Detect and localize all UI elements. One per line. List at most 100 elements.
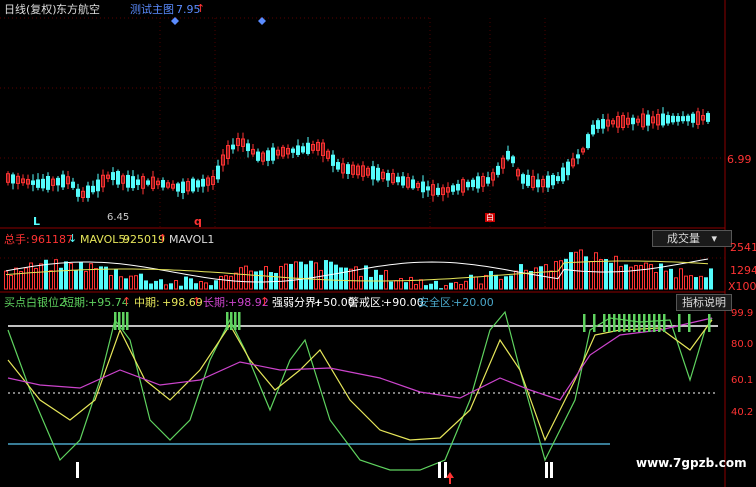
- candle-body: [176, 183, 180, 192]
- candle-body: [451, 185, 455, 192]
- candle-body: [161, 179, 165, 188]
- up-arrow-icon: ↑: [158, 232, 168, 245]
- volume-bar: [599, 259, 603, 290]
- candle-body: [131, 176, 135, 189]
- volume-bar: [419, 279, 423, 290]
- volume-bar: [389, 281, 393, 290]
- warn-signal-bar: [688, 314, 691, 332]
- volume-bar: [164, 284, 168, 290]
- main-indicator-label[interactable]: 测试主图: [130, 3, 174, 16]
- volume-bar: [184, 276, 188, 290]
- volume-bar: [39, 263, 43, 290]
- mavol1-label: MAVOL1: [169, 233, 215, 246]
- candle-body: [401, 176, 405, 186]
- volume-bar: [174, 280, 178, 290]
- volume-bar: [534, 267, 538, 290]
- volume-bar: [269, 272, 273, 290]
- candle-body: [631, 117, 635, 125]
- candle-body: [521, 174, 525, 184]
- candle-body: [576, 154, 580, 159]
- candle-body: [96, 179, 100, 192]
- candle-body: [191, 178, 195, 192]
- candle-body: [676, 116, 680, 122]
- candle-body: [666, 115, 670, 124]
- candle-body: [466, 181, 470, 188]
- candle-body: [41, 178, 45, 189]
- price-axis-label: 6.99: [727, 153, 752, 166]
- volume-bar: [259, 270, 263, 290]
- volume-bar: [374, 269, 378, 290]
- candle-body: [71, 181, 75, 188]
- volume-bar: [519, 264, 523, 290]
- candle-body: [551, 174, 555, 186]
- candle-body: [386, 173, 390, 181]
- buy-signal-marker: [550, 462, 553, 478]
- volume-bar: [179, 285, 183, 290]
- volume-bar: [224, 275, 228, 290]
- watermark: www.7gpzb.com: [636, 456, 747, 470]
- volume-bar: [339, 267, 343, 290]
- osc-axis-40: 40.2: [731, 407, 754, 418]
- volume-bar: [394, 280, 398, 290]
- volume-bar: [414, 284, 418, 290]
- safe-value: +20.00: [453, 296, 494, 309]
- candle-body: [556, 176, 560, 182]
- volume-axis-mid: 1294: [730, 264, 756, 277]
- volume-bar: [634, 265, 638, 290]
- candle-body: [546, 175, 550, 188]
- mark-l: L: [33, 215, 41, 228]
- safe-label: 安全区:: [418, 296, 455, 309]
- volume-bar: [604, 258, 608, 290]
- candle-body: [336, 162, 340, 170]
- warn-signal-bar: [118, 312, 121, 330]
- mark-q: q: [194, 215, 202, 228]
- warn-signal-bar: [618, 314, 621, 332]
- volume-bar: [554, 261, 558, 290]
- volume-bar: [99, 266, 103, 290]
- short-label: 短期:: [63, 296, 89, 309]
- buy-signal-marker: [438, 462, 441, 478]
- stock-name: 东方航空: [56, 3, 100, 16]
- candle-body: [146, 180, 150, 185]
- volume-bar: [89, 263, 93, 290]
- candle-body: [56, 177, 60, 186]
- volume-bar: [589, 260, 593, 290]
- candle-body: [671, 115, 675, 123]
- warn-signal-bar: [613, 314, 616, 332]
- volume-bar: [699, 275, 703, 290]
- volume-bar: [324, 260, 328, 290]
- volume-bar: [424, 285, 428, 290]
- candle-body: [301, 146, 305, 153]
- volume-indicator-select[interactable]: 成交量 ▾: [652, 230, 732, 247]
- volume-bar: [144, 280, 148, 290]
- candle-body: [486, 177, 490, 184]
- candle-body: [196, 180, 200, 188]
- volume-bar: [384, 270, 388, 290]
- volume-bar: [674, 277, 678, 290]
- volume-axis-unit: X100: [728, 280, 756, 293]
- warn-signal-bar: [234, 312, 237, 330]
- volume-bar: [194, 283, 198, 290]
- volume-bar: [94, 268, 98, 290]
- up-arrow-icon: ↑: [260, 295, 270, 308]
- indicator-explain-button[interactable]: 指标说明: [676, 294, 732, 311]
- volume-bar: [684, 275, 688, 290]
- volume-bar: [84, 270, 88, 290]
- volume-bar: [289, 263, 293, 290]
- volume-bar: [124, 278, 128, 290]
- up-arrow-icon: ↑: [122, 295, 132, 308]
- volume-bar: [504, 276, 508, 290]
- volume-bar: [364, 265, 368, 290]
- volume-bar: [709, 268, 713, 290]
- warn-signal-bar: [226, 312, 229, 330]
- warn-signal-bar: [633, 314, 636, 332]
- candle-body: [331, 154, 335, 166]
- mid-term-line: [7, 319, 713, 442]
- volume-bar: [24, 267, 28, 290]
- buy-signal-marker: [444, 462, 447, 478]
- warn-signal-bar: [663, 314, 666, 332]
- volume-bar: [624, 264, 628, 290]
- chevron-down-icon: ▾: [711, 232, 718, 245]
- volume-bar: [34, 268, 38, 290]
- volume-bar: [189, 278, 193, 290]
